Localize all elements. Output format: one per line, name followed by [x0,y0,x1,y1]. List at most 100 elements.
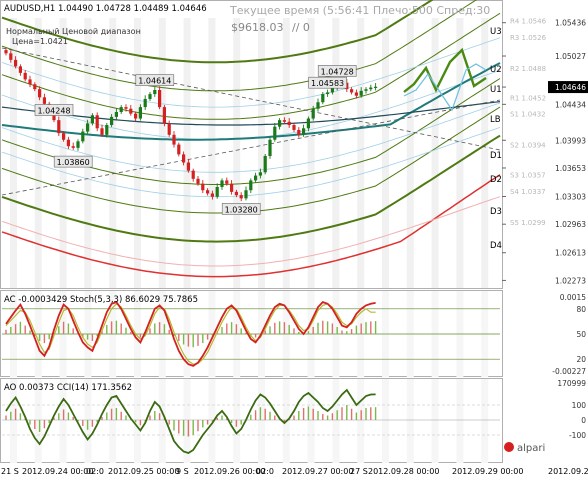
candle-body [105,125,109,135]
session-stripe [481,18,489,288]
level-label: D4 [490,241,502,251]
x-tick-label: 2012.09.24 00:00 [22,467,93,476]
x-tick-label: 9 S [176,467,189,476]
candle-body [119,107,123,112]
level-label: D2 [490,175,502,185]
alpari-logo-text: alpari [517,443,545,454]
candle-body [134,113,138,119]
ao-cci-title: AO 0.00373 CCI(14) 171.3562 [4,383,132,393]
alpari-logo-icon [504,442,514,452]
stoch-tick-label: -0.00227 [552,367,586,376]
session-stripe [406,379,414,463]
candle-body [359,90,363,96]
candle-body [28,79,32,85]
session-stripe [158,379,166,463]
x-tick-label: 02:0 [86,467,104,476]
candle-body [9,53,13,60]
x-tick-label: 27 S [350,467,368,476]
candle-body [182,154,186,163]
x-tick-label: 2012.09.28 00:00 [368,467,439,476]
y-tick-label: 1.02273 [555,276,586,285]
pivot-label: R2 1.0488 [510,65,546,73]
pivot-label: S1 1.0432 [510,111,546,119]
session-stripe [431,18,439,288]
price-label: 1.03860 [57,158,90,167]
candle-body [162,107,166,124]
session-stripe [307,379,315,463]
candle-body [114,112,118,117]
candle-body [100,128,104,135]
candle-body [297,129,301,135]
candle-body [278,120,282,127]
candle-body [268,139,272,156]
session-stripe [357,379,365,463]
cci-tick-label: 170999 [557,379,586,388]
candle-body [234,191,238,196]
y-tick-label: 1.03993 [555,136,586,145]
level-label: D1 [490,151,502,161]
candle-body [186,162,190,171]
session-stripe [406,18,414,288]
pivot-label: S5 1.0299 [510,219,546,227]
pivot-label: R1 1.0452 [510,94,546,102]
candle-body [321,94,325,103]
candle-body [18,66,22,73]
price-axis: 1.05436 1.05027 1.04646 1.04434 1.03993 1.036… [490,18,588,285]
price-label: 1.04728 [321,67,354,76]
candle-body [23,72,27,80]
candle-body [354,92,358,96]
x-tick-label: 2012.09.29 00:00 [452,467,523,476]
candle-body [306,118,310,129]
candle-body [86,123,90,132]
candle-body [90,115,94,124]
session-stripe [183,18,191,288]
candle-body [287,121,291,126]
candle-body [57,120,61,134]
stoch-tick-label: 50 [576,330,586,339]
stoch-tick-label: 20 [576,355,586,364]
candle-body [263,156,267,173]
cci-tick-label: 0 [581,416,586,425]
session-stripe [208,18,216,288]
chart-canvas: 1.04614 1.03860 1.03280 1.04248 1.04583 1.047… [0,0,588,480]
x-tick-label: 2012.09.25 00:00 [108,467,179,476]
candle-body [201,183,205,191]
session-stripe [382,379,389,463]
level-label: U3 [490,27,502,37]
candle-body [254,175,258,181]
candle-body [4,50,8,54]
session-stripe [183,379,191,463]
price-label: 1.04248 [37,106,70,115]
session-stripe [258,379,265,463]
candle-body [249,180,253,191]
candle-body [230,183,234,192]
candle-body [239,195,243,199]
candle-body [158,90,162,108]
pivot-label: S4 1.0337 [510,188,546,196]
x-tick-label: 2012.09.27 00:00 [282,467,353,476]
candle-body [369,87,373,90]
candle-body [282,120,286,122]
y-tick-label: 1.03303 [555,192,586,201]
candle-body [62,133,66,140]
overlay-range-text: Нормальный Ценовой диапазон [6,27,141,36]
candle-body [153,90,157,95]
pivot-label: R4 1.0546 [510,18,547,26]
candle-body [206,190,210,194]
y-tick-label: 1.02613 [555,249,586,258]
price-label: 1.04614 [138,77,171,86]
stoch-tick-label: 80 [576,305,586,314]
candle-body [191,170,195,179]
current-price-label: 1.04646 [555,83,586,92]
y-tick-label: 1.04434 [555,100,586,109]
candle-body [292,125,296,130]
candle-body [350,89,354,93]
price-label: 1.04583 [311,79,344,88]
candle-body [95,115,99,129]
candle-body [71,146,75,148]
candle-body [210,193,214,197]
overlay-price-text: Цена=1.0421 [12,37,68,46]
candle-body [177,144,181,155]
session-stripe [431,379,439,463]
candle-body [316,102,320,109]
